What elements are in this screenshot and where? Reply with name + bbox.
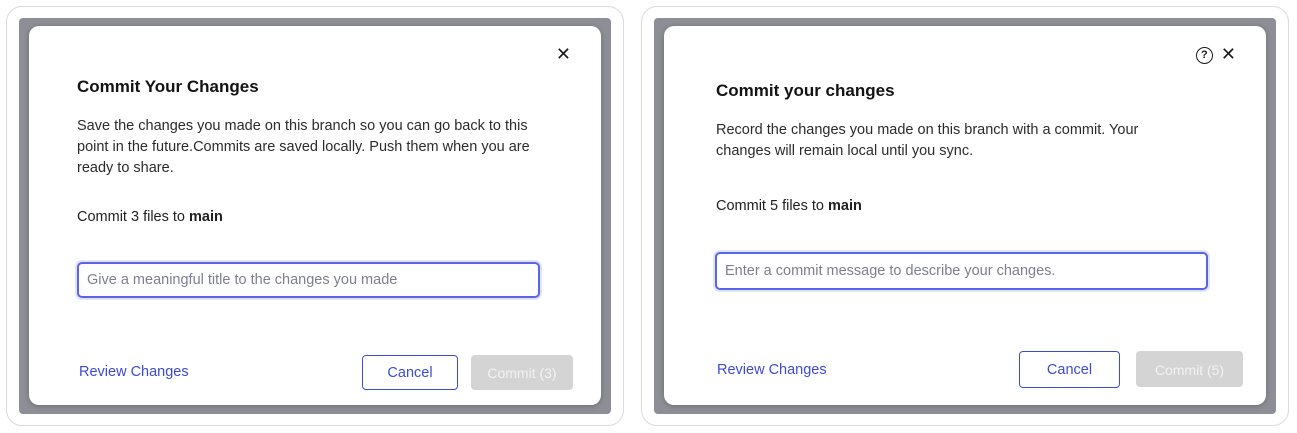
commit-button[interactable]: Commit (5)	[1136, 351, 1243, 387]
commit-dialog: ✕ Commit Your Changes Save the changes y…	[29, 26, 601, 405]
modal-backdrop: ? ✕ Commit your changes Record the chang…	[654, 18, 1276, 414]
commit-target-label: Commit 3 files to main	[77, 209, 223, 225]
commit-button[interactable]: Commit (3)	[471, 355, 573, 390]
commit-target-label: Commit 5 files to main	[716, 198, 862, 214]
review-changes-link[interactable]: Review Changes	[717, 362, 827, 378]
modal-backdrop: ✕ Commit Your Changes Save the changes y…	[19, 18, 611, 414]
dialog-title: Commit Your Changes	[77, 77, 259, 96]
branch-name: main	[189, 209, 223, 225]
branch-name: main	[828, 198, 862, 214]
dialog-description: Save the changes you made on this branch…	[77, 118, 530, 176]
commit-target-prefix: Commit 5 files to	[716, 198, 828, 214]
dialog-header-icons: ✕	[556, 46, 571, 64]
cancel-button[interactable]: Cancel	[362, 355, 458, 390]
commit-target-prefix: Commit 3 files to	[77, 209, 189, 225]
review-changes-link[interactable]: Review Changes	[79, 364, 189, 380]
commit-message-input[interactable]	[77, 262, 540, 298]
dialog-title: Commit your changes	[716, 81, 895, 100]
help-icon[interactable]: ?	[1195, 46, 1213, 64]
dialog-description: Record the changes you made on this bran…	[716, 122, 1139, 159]
dialog-header-icons: ? ✕	[1195, 46, 1236, 64]
cancel-button[interactable]: Cancel	[1019, 351, 1120, 388]
commit-message-input[interactable]	[715, 252, 1208, 290]
right-variant-panel: ? ✕ Commit your changes Record the chang…	[641, 6, 1289, 426]
left-variant-panel: ✕ Commit Your Changes Save the changes y…	[6, 6, 624, 426]
close-icon[interactable]: ✕	[556, 46, 571, 64]
close-icon[interactable]: ✕	[1221, 46, 1236, 64]
commit-dialog: ? ✕ Commit your changes Record the chang…	[664, 26, 1266, 405]
